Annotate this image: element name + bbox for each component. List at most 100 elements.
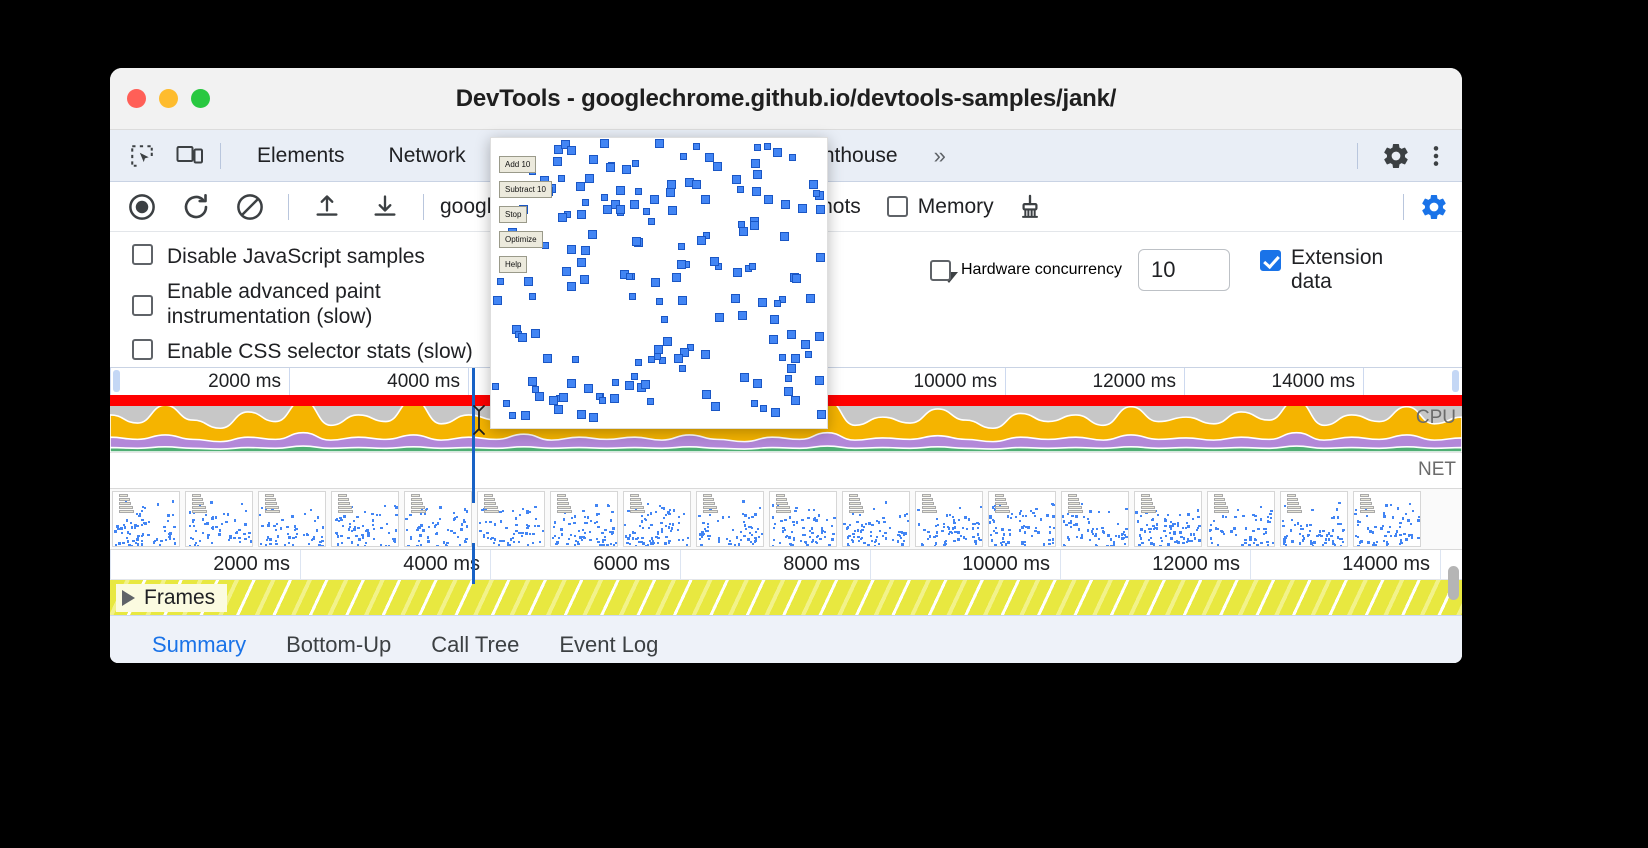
jank-square (654, 353, 662, 361)
window-titlebar: DevTools - googlechrome.github.io/devtoo… (110, 68, 1462, 130)
tab-network[interactable]: Network (367, 130, 488, 182)
jank-square (773, 148, 783, 158)
hardware-concurrency-label: Hardware concurrency (961, 261, 1122, 279)
filmstrip-thumbnail[interactable] (842, 491, 910, 547)
jank-square (731, 294, 741, 303)
devtools-tool-icons (110, 140, 206, 172)
hardware-concurrency-checkbox[interactable] (930, 259, 951, 281)
filmstrip-thumbnail[interactable] (915, 491, 983, 547)
load-profile-icon[interactable] (311, 191, 343, 223)
overview-scrollbar-thumb[interactable] (1448, 566, 1459, 600)
jank-square (739, 226, 748, 236)
jank-square (814, 332, 824, 342)
extension-data-checkbox[interactable] (1259, 250, 1281, 271)
extension-data-row[interactable]: Extension data (1259, 246, 1421, 294)
record-button[interactable] (126, 191, 158, 223)
hardware-concurrency-row[interactable]: Hardware concurrency (930, 259, 1122, 281)
jank-square (764, 194, 774, 204)
filmstrip-thumbnail[interactable] (112, 491, 180, 547)
more-tabs-icon[interactable]: » (920, 130, 960, 182)
playhead-resize-handle[interactable] (472, 404, 485, 435)
jank-square (679, 153, 687, 161)
jank-square (711, 402, 721, 411)
capture-settings-gear-icon[interactable] (1418, 191, 1450, 223)
inspect-element-icon[interactable] (126, 140, 158, 172)
tab-elements[interactable]: Elements (235, 130, 367, 182)
jank-square (805, 350, 813, 358)
jank-square (566, 378, 576, 388)
hardware-concurrency-input[interactable]: 10 (1137, 249, 1230, 292)
filmstrip-thumbnail[interactable] (404, 491, 472, 547)
tab-call-tree[interactable]: Call Tree (411, 616, 539, 663)
filmstrip-thumbnail[interactable] (1207, 491, 1275, 547)
filmstrip-thumbnail[interactable] (1061, 491, 1129, 547)
device-toolbar-icon[interactable] (174, 140, 206, 172)
frames-track[interactable]: Frames (110, 580, 1462, 616)
jank-square (751, 399, 759, 407)
perftoolbar-divider-1 (288, 193, 289, 220)
jank-square (667, 206, 677, 216)
collect-garbage-icon[interactable] (1014, 191, 1046, 223)
memory-checkbox[interactable] (886, 196, 908, 217)
jank-square (521, 410, 531, 420)
overview-right-handle[interactable] (1452, 370, 1459, 392)
memory-checkbox-row[interactable]: Memory (886, 195, 994, 219)
filmstrip-thumbnail[interactable] (550, 491, 618, 547)
filmstrip-thumbnail[interactable] (185, 491, 253, 547)
tab-bottom-up[interactable]: Bottom-Up (266, 616, 411, 663)
filmstrip-track[interactable] (110, 488, 1462, 550)
jank-square (783, 386, 793, 396)
net-overview-graph[interactable]: NET (110, 452, 1462, 488)
more-options-icon[interactable] (1420, 140, 1452, 172)
reload-and-record-button[interactable] (180, 191, 212, 223)
jank-square (651, 277, 661, 287)
jank-square (696, 235, 706, 245)
filmstrip-thumbnail[interactable] (477, 491, 545, 547)
jank-square (770, 408, 780, 418)
disable-js-samples-checkbox[interactable] (132, 244, 153, 265)
jank-square (800, 339, 810, 349)
devtools-tabstrip-right (1343, 130, 1462, 182)
ruler-tick-top-4: 10000 ms (913, 371, 997, 392)
filmstrip-thumbnail[interactable] (988, 491, 1056, 547)
filmstrip-thumbnail[interactable] (623, 491, 691, 547)
help-button[interactable]: Help (499, 256, 528, 273)
jank-demo-popup[interactable]: Add 10 Subtract 10 Stop Optimize Help (490, 137, 828, 429)
jank-square (492, 383, 499, 391)
settings-gear-icon[interactable] (1380, 140, 1412, 172)
jank-square (534, 391, 544, 401)
filmstrip-thumbnail[interactable] (1134, 491, 1202, 547)
filmstrip-thumbnail[interactable] (258, 491, 326, 547)
optimize-button[interactable]: Optimize (499, 231, 543, 248)
jank-square (615, 204, 625, 214)
clear-button[interactable] (234, 191, 266, 223)
jank-square (805, 294, 815, 304)
tab-event-log[interactable]: Event Log (539, 616, 678, 663)
stop-button[interactable]: Stop (499, 206, 528, 223)
add-10-button[interactable]: Add 10 (499, 156, 537, 173)
jank-square (634, 188, 642, 196)
filmstrip-thumbnail[interactable] (331, 491, 399, 547)
filmstrip-thumbnail[interactable] (769, 491, 837, 547)
css-selector-stats-checkbox[interactable] (132, 338, 153, 360)
jank-square (567, 145, 577, 155)
jank-square (527, 376, 537, 386)
jank-square (769, 315, 779, 324)
tab-summary[interactable]: Summary (132, 616, 266, 663)
frames-expander[interactable]: Frames (116, 584, 228, 612)
timeline-playhead-lower[interactable] (472, 543, 475, 584)
advanced-paint-checkbox[interactable] (132, 294, 153, 316)
subtract-10-button[interactable]: Subtract 10 (499, 181, 552, 198)
filmstrip-thumbnail[interactable] (1280, 491, 1348, 547)
ruler-tick-bottom-6: 14000 ms (1342, 553, 1430, 575)
jank-square (813, 190, 821, 198)
filmstrip-thumbnail[interactable] (1353, 491, 1421, 547)
jank-square (628, 293, 636, 301)
overview-left-handle[interactable] (113, 370, 120, 392)
jank-square (679, 365, 687, 372)
save-profile-icon[interactable] (369, 191, 401, 223)
jank-square (566, 281, 576, 291)
filmstrip-thumbnail[interactable] (696, 491, 764, 547)
jank-square (497, 278, 505, 286)
timeline-ruler-bottom[interactable]: 2000 ms 4000 ms 6000 ms 8000 ms 10000 ms… (110, 550, 1462, 580)
